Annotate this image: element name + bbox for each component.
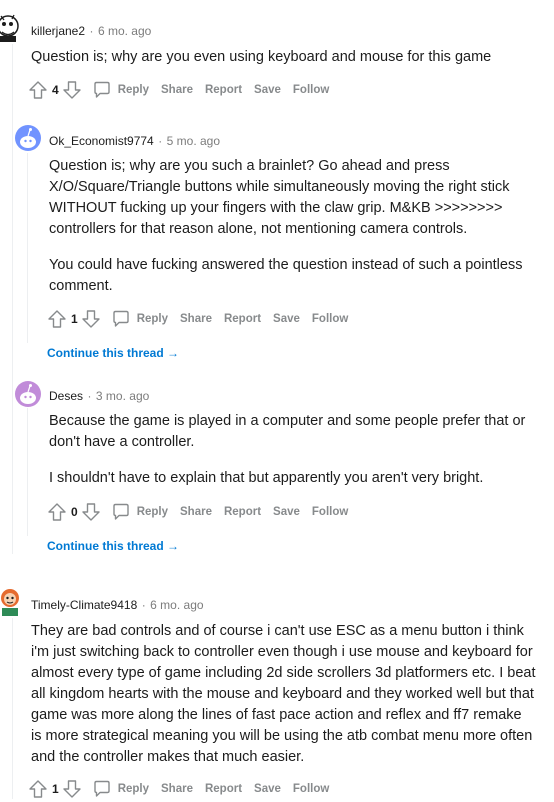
thread-line[interactable] [27, 153, 28, 343]
comment-body: Question is; why are you such a brainlet… [49, 156, 529, 297]
downvote-icon[interactable] [62, 80, 82, 100]
vote-count: 4 [52, 83, 59, 97]
avatar[interactable] [0, 12, 22, 44]
report-button[interactable]: Report [224, 506, 261, 518]
comment-timestamp[interactable]: 3 mo. ago [96, 389, 149, 403]
separator: · [141, 598, 146, 612]
comment-actions: 1 Reply Share Report Save Follow [28, 778, 329, 800]
follow-button[interactable]: Follow [312, 506, 348, 518]
share-button[interactable]: Share [180, 506, 212, 518]
avatar-icon [20, 128, 36, 148]
comment-timestamp[interactable]: 6 mo. ago [150, 598, 203, 612]
continue-thread-link[interactable]: Continue this thread → [47, 346, 179, 360]
comment-actions: 1 Reply Share Report Save Follow [47, 308, 348, 330]
avatar[interactable] [15, 125, 41, 151]
comment-paragraph: Question is; why are you such a brainlet… [49, 158, 510, 237]
continue-thread-label: Continue this thread [47, 346, 164, 360]
avatar-icon [1, 589, 19, 616]
downvote-icon[interactable] [81, 309, 101, 329]
report-button[interactable]: Report [224, 313, 261, 325]
thread-line[interactable] [12, 618, 13, 799]
upvote-icon[interactable] [28, 779, 48, 799]
share-button[interactable]: Share [180, 313, 212, 325]
comment-bubble-icon[interactable] [92, 80, 112, 100]
report-button[interactable]: Report [205, 84, 242, 96]
reply-button[interactable]: Reply [137, 313, 168, 325]
reply-button[interactable]: Reply [118, 84, 149, 96]
avatar-icon [20, 384, 36, 404]
upvote-icon[interactable] [28, 80, 48, 100]
comment-bubble-icon[interactable] [92, 779, 112, 799]
downvote-icon[interactable] [62, 779, 82, 799]
save-button[interactable]: Save [254, 783, 281, 795]
comment-username[interactable]: Ok_Economist9774 [49, 134, 154, 148]
avatar[interactable] [15, 381, 41, 407]
avatar-icon [0, 14, 19, 42]
comment-paragraph: Because the game is played in a computer… [49, 413, 526, 450]
comment-username[interactable]: Deses [49, 389, 83, 403]
save-button[interactable]: Save [254, 84, 281, 96]
comment-actions: 0 Reply Share Report Save Follow [47, 501, 348, 523]
separator: · [89, 24, 94, 38]
reply-button[interactable]: Reply [118, 783, 149, 795]
comment-body: They are bad controls and of course i ca… [31, 621, 536, 768]
downvote-icon[interactable] [81, 502, 101, 522]
thread-line[interactable] [12, 44, 13, 554]
comment-bubble-icon[interactable] [111, 309, 131, 329]
comment-paragraph: Question is; why are you even using keyb… [31, 49, 492, 65]
save-button[interactable]: Save [273, 506, 300, 518]
vote-count: 0 [71, 505, 78, 519]
follow-button[interactable]: Follow [293, 783, 329, 795]
comment-paragraph: I shouldn't have to explain that but app… [49, 470, 484, 486]
comment-bubble-icon[interactable] [111, 502, 131, 522]
share-button[interactable]: Share [161, 84, 193, 96]
arrow-right-icon: → [167, 539, 180, 553]
comment-username[interactable]: Timely-Climate9418 [31, 598, 137, 612]
comment-body: Question is; why are you even using keyb… [31, 47, 541, 68]
follow-button[interactable]: Follow [312, 313, 348, 325]
comment-username[interactable]: killerjane2 [31, 24, 85, 38]
separator: · [87, 389, 92, 403]
save-button[interactable]: Save [273, 313, 300, 325]
comment-timestamp[interactable]: 6 mo. ago [98, 24, 151, 38]
comment-paragraph: You could have fucking answered the ques… [49, 257, 523, 294]
separator: · [158, 134, 163, 148]
avatar[interactable] [0, 584, 22, 616]
comment-paragraph: They are bad controls and of course i ca… [31, 623, 536, 765]
share-button[interactable]: Share [161, 783, 193, 795]
upvote-icon[interactable] [47, 309, 67, 329]
comment-actions: 4 Reply Share Report Save Follow [28, 79, 329, 101]
thread-line[interactable] [27, 408, 28, 536]
comment-body: Because the game is played in a computer… [49, 411, 529, 489]
vote-count: 1 [71, 312, 78, 326]
reply-button[interactable]: Reply [137, 506, 168, 518]
upvote-icon[interactable] [47, 502, 67, 522]
continue-thread-link[interactable]: Continue this thread → [47, 539, 179, 553]
comment-timestamp[interactable]: 5 mo. ago [167, 134, 220, 148]
follow-button[interactable]: Follow [293, 84, 329, 96]
vote-count: 1 [52, 782, 59, 796]
continue-thread-label: Continue this thread [47, 539, 164, 553]
report-button[interactable]: Report [205, 783, 242, 795]
arrow-right-icon: → [167, 346, 180, 360]
